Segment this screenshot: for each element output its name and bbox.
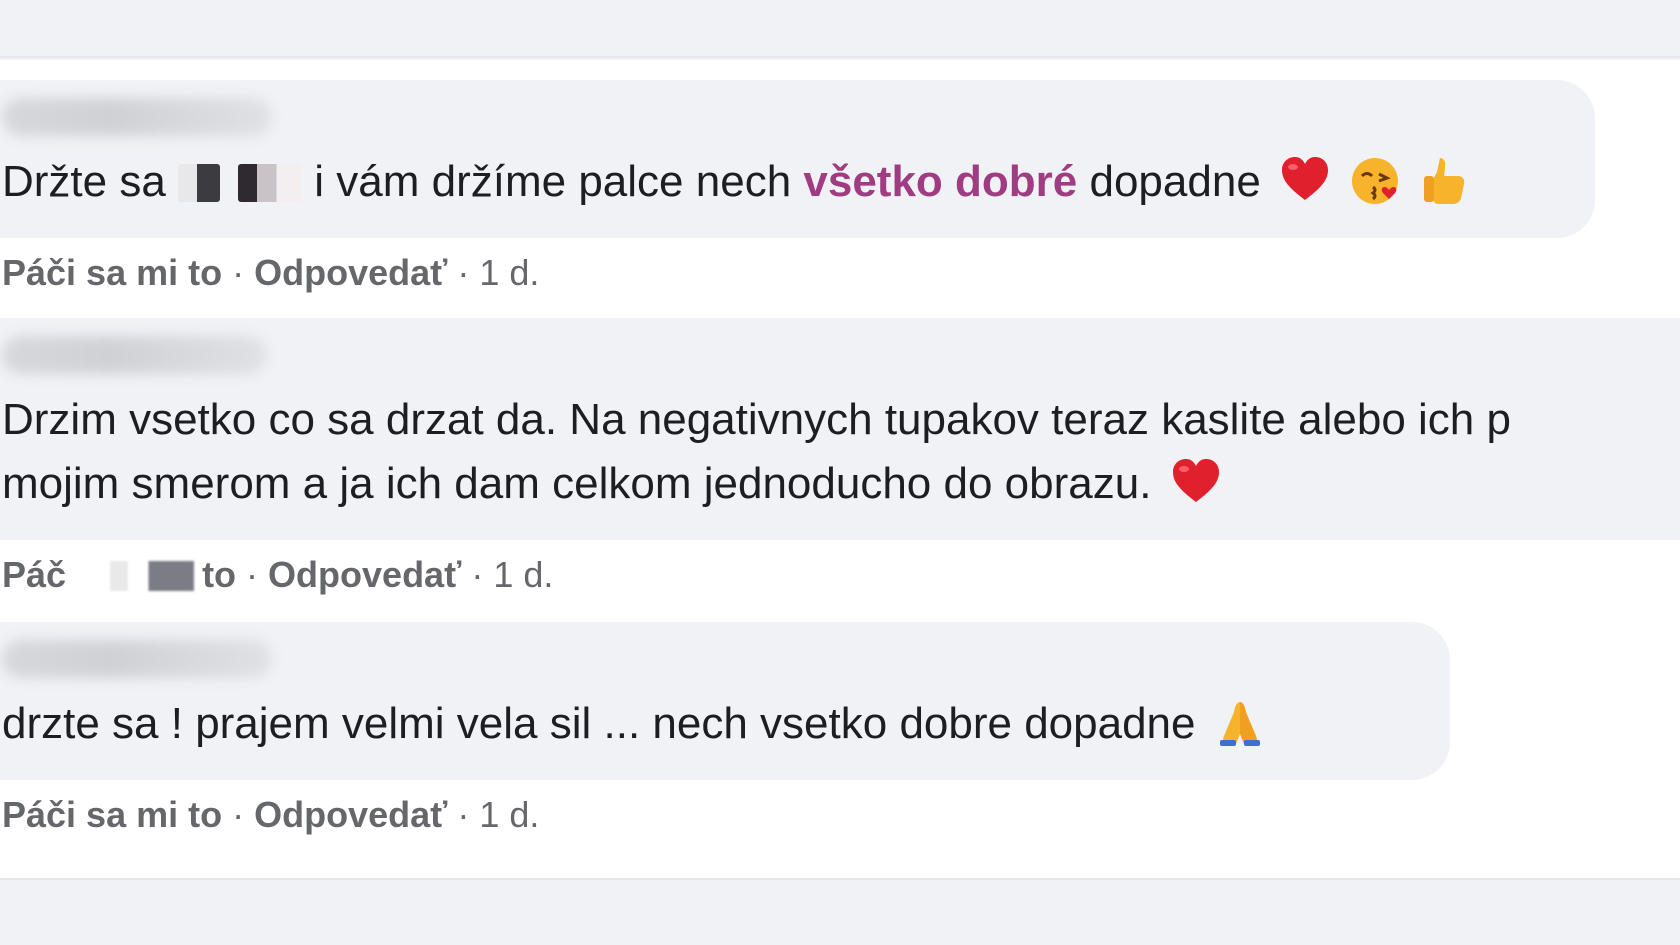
timestamp[interactable]: · 1 d. (447, 794, 539, 835)
folded-hands-icon (1219, 702, 1260, 746)
comment-actions: Páči sa mi to · Odpovedať · 1 d. (2, 252, 540, 293)
comment-bubble: drzte sa ! prajem velmi vela sil ... nec… (0, 622, 1450, 780)
reply-link[interactable]: Odpovedať (268, 554, 461, 595)
timestamp[interactable]: · 1 d. (461, 554, 553, 595)
timestamp[interactable]: · 1 d. (447, 252, 539, 293)
reply-link[interactable]: Odpovedať (254, 794, 447, 835)
comment-bubble: Držte sa i vám držíme palce nech všetko … (0, 80, 1595, 238)
comment-1: Držte sa i vám držíme palce nech všetko … (0, 80, 1595, 294)
comment-2: Drzim vsetko co sa drzat da. Na negativn… (0, 318, 1680, 596)
comment-text-line-1: Drzim vsetko co sa drzat da. Na negativn… (2, 395, 1511, 444)
thumbs-up-icon (1423, 158, 1464, 204)
author-name-redacted[interactable] (2, 98, 272, 136)
comment-text: drzte sa ! prajem velmi vela sil ... nec… (2, 692, 1410, 756)
comments-feed: Držte sa i vám držíme palce nech všetko … (0, 60, 1680, 878)
bottom-strip (0, 878, 1680, 945)
red-heart-icon (1172, 459, 1219, 502)
reply-link[interactable]: Odpovedať (254, 252, 447, 293)
author-name-redacted[interactable] (2, 336, 267, 374)
redacted-mention (238, 164, 303, 202)
redacted-mention (178, 164, 221, 202)
kissing-face-icon (1352, 158, 1399, 204)
like-link[interactable]: Páči sa mi to (2, 252, 222, 293)
like-link[interactable]: Páči sa mi to (2, 794, 222, 835)
comment-actions: Páč to · Odpovedať · 1 d. (2, 554, 554, 595)
comment-text: Držte sa i vám držíme palce nech všetko … (2, 150, 1555, 214)
like-link[interactable]: Páč to (2, 554, 236, 595)
author-name-redacted[interactable] (2, 640, 272, 678)
comment-text-line-2: mojim smerom a ja ich dam celkom jednodu… (2, 452, 1680, 516)
comment-actions: Páči sa mi to · Odpovedať · 1 d. (2, 794, 540, 835)
comment-3: drzte sa ! prajem velmi vela sil ... nec… (0, 622, 1450, 836)
tagged-mention[interactable]: všetko dobré (803, 157, 1077, 206)
top-strip (0, 0, 1680, 58)
comment-bubble: Drzim vsetko co sa drzat da. Na negativn… (0, 318, 1680, 540)
red-heart-icon (1282, 157, 1329, 200)
redacted-area (74, 561, 195, 591)
